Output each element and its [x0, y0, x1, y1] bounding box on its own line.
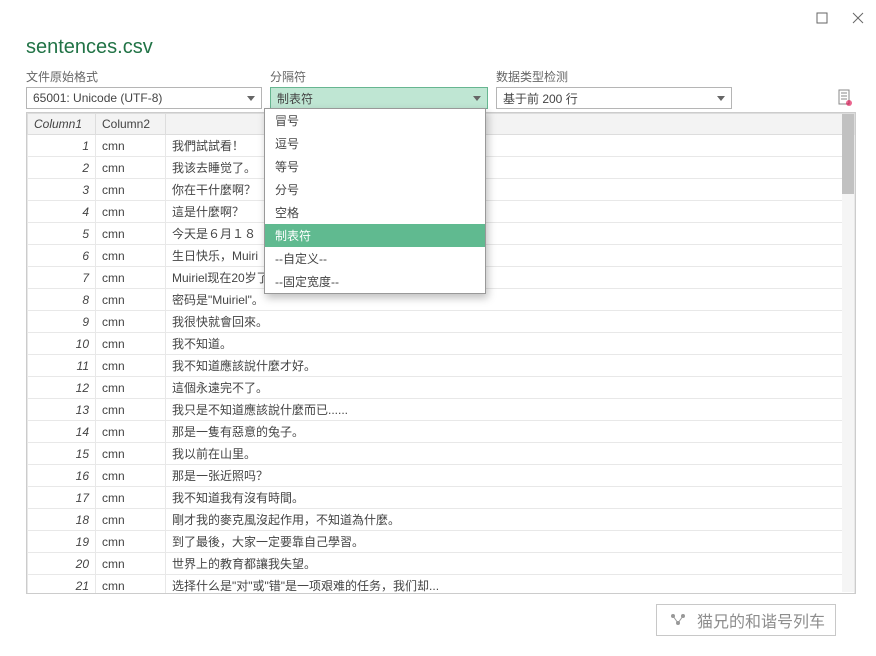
- cell-index: 5: [28, 223, 96, 245]
- cell-column2: cmn: [96, 487, 166, 509]
- cell-column2: cmn: [96, 421, 166, 443]
- table-row[interactable]: 12cmn這個永遠完不了。: [28, 377, 855, 399]
- cell-column3: 那是一隻有惡意的兔子。: [166, 421, 855, 443]
- cell-index: 13: [28, 399, 96, 421]
- cell-column2: cmn: [96, 201, 166, 223]
- table-row[interactable]: 21cmn选择什么是"对"或"错"是一项艰难的任务，我们却...: [28, 575, 855, 595]
- cell-column2: cmn: [96, 333, 166, 355]
- cell-column2: cmn: [96, 245, 166, 267]
- close-button[interactable]: [846, 6, 870, 30]
- col-header-2[interactable]: Column2: [96, 114, 166, 135]
- cell-column3: 世界上的教育都讓我失望。: [166, 553, 855, 575]
- cell-column2: cmn: [96, 465, 166, 487]
- cell-index: 6: [28, 245, 96, 267]
- cell-column2: cmn: [96, 399, 166, 421]
- cell-column3: 我不知道我有沒有時間。: [166, 487, 855, 509]
- maximize-button[interactable]: [810, 6, 834, 30]
- cell-column3: 我以前在山里。: [166, 443, 855, 465]
- settings-icon[interactable]: [834, 87, 856, 109]
- cell-column3: 那是一张近照吗？: [166, 465, 855, 487]
- cell-column2: cmn: [96, 531, 166, 553]
- cell-column2: cmn: [96, 157, 166, 179]
- cell-index: 15: [28, 443, 96, 465]
- chevron-down-icon: [473, 96, 481, 101]
- cell-column2: cmn: [96, 377, 166, 399]
- cell-column3: 剛才我的麥克風沒起作用，不知道為什麼。: [166, 509, 855, 531]
- format-value: 65001: Unicode (UTF-8): [33, 91, 247, 105]
- cell-index: 14: [28, 421, 96, 443]
- cell-column2: cmn: [96, 355, 166, 377]
- table-row[interactable]: 11cmn我不知道應該說什麼才好。: [28, 355, 855, 377]
- watermark-text: 猫兄的和谐号列车: [697, 608, 825, 632]
- cell-column3: 我不知道。: [166, 333, 855, 355]
- delim-dropdown: 冒号逗号等号分号空格制表符--自定义----固定宽度--: [264, 108, 486, 294]
- cell-column3: 這個永遠完不了。: [166, 377, 855, 399]
- cell-index: 1: [28, 135, 96, 157]
- detect-value: 基于前 200 行: [503, 90, 717, 107]
- cell-index: 16: [28, 465, 96, 487]
- cell-column2: cmn: [96, 267, 166, 289]
- cell-column3: 我很快就會回來。: [166, 311, 855, 333]
- file-title: sentences.csv: [26, 36, 153, 59]
- cell-index: 4: [28, 201, 96, 223]
- cell-column2: cmn: [96, 223, 166, 245]
- cell-column2: cmn: [96, 289, 166, 311]
- cell-index: 17: [28, 487, 96, 509]
- table-row[interactable]: 16cmn那是一张近照吗？: [28, 465, 855, 487]
- table-row[interactable]: 15cmn我以前在山里。: [28, 443, 855, 465]
- vertical-scrollbar[interactable]: [842, 114, 854, 592]
- delim-value: 制表符: [277, 90, 473, 107]
- detect-combo[interactable]: 基于前 200 行: [496, 87, 732, 109]
- cell-index: 21: [28, 575, 96, 595]
- chevron-down-icon: [717, 96, 725, 101]
- cell-index: 2: [28, 157, 96, 179]
- cell-column2: cmn: [96, 443, 166, 465]
- delim-combo[interactable]: 制表符: [270, 87, 488, 109]
- cell-index: 18: [28, 509, 96, 531]
- delim-option[interactable]: 逗号: [265, 132, 485, 155]
- cell-column3: 到了最後，大家一定要靠自己學習。: [166, 531, 855, 553]
- detect-label: 数据类型检测: [496, 68, 732, 85]
- cell-index: 9: [28, 311, 96, 333]
- format-combo[interactable]: 65001: Unicode (UTF-8): [26, 87, 262, 109]
- cell-column3: 我只是不知道應該說什麼而已......: [166, 399, 855, 421]
- cell-column3: 我不知道應該說什麼才好。: [166, 355, 855, 377]
- table-row[interactable]: 10cmn我不知道。: [28, 333, 855, 355]
- scrollbar-thumb[interactable]: [842, 114, 854, 194]
- delim-label: 分隔符: [270, 68, 488, 85]
- delim-option[interactable]: --自定义--: [265, 247, 485, 270]
- col-header-1[interactable]: Column1: [28, 114, 96, 135]
- cell-index: 19: [28, 531, 96, 553]
- table-row[interactable]: 9cmn我很快就會回來。: [28, 311, 855, 333]
- cell-index: 7: [28, 267, 96, 289]
- cell-index: 10: [28, 333, 96, 355]
- delim-option[interactable]: --固定宽度--: [265, 270, 485, 293]
- cell-column2: cmn: [96, 311, 166, 333]
- watermark: 猫兄的和谐号列车: [656, 604, 836, 636]
- cell-index: 20: [28, 553, 96, 575]
- table-row[interactable]: 14cmn那是一隻有惡意的兔子。: [28, 421, 855, 443]
- table-row[interactable]: 17cmn我不知道我有沒有時間。: [28, 487, 855, 509]
- cell-index: 8: [28, 289, 96, 311]
- format-label: 文件原始格式: [26, 68, 262, 85]
- cell-column3: 选择什么是"对"或"错"是一项艰难的任务，我们却...: [166, 575, 855, 595]
- cell-index: 3: [28, 179, 96, 201]
- cell-column2: cmn: [96, 509, 166, 531]
- delim-option[interactable]: 冒号: [265, 109, 485, 132]
- delim-option[interactable]: 等号: [265, 155, 485, 178]
- cell-column2: cmn: [96, 135, 166, 157]
- cell-index: 11: [28, 355, 96, 377]
- table-row[interactable]: 19cmn到了最後，大家一定要靠自己學習。: [28, 531, 855, 553]
- delim-option[interactable]: 制表符: [265, 224, 485, 247]
- table-row[interactable]: 18cmn剛才我的麥克風沒起作用，不知道為什麼。: [28, 509, 855, 531]
- cell-column2: cmn: [96, 553, 166, 575]
- chevron-down-icon: [247, 96, 255, 101]
- delim-option[interactable]: 分号: [265, 178, 485, 201]
- table-row[interactable]: 20cmn世界上的教育都讓我失望。: [28, 553, 855, 575]
- cell-index: 12: [28, 377, 96, 399]
- cell-column2: cmn: [96, 575, 166, 595]
- cell-column2: cmn: [96, 179, 166, 201]
- table-row[interactable]: 13cmn我只是不知道應該說什麼而已......: [28, 399, 855, 421]
- delim-option[interactable]: 空格: [265, 201, 485, 224]
